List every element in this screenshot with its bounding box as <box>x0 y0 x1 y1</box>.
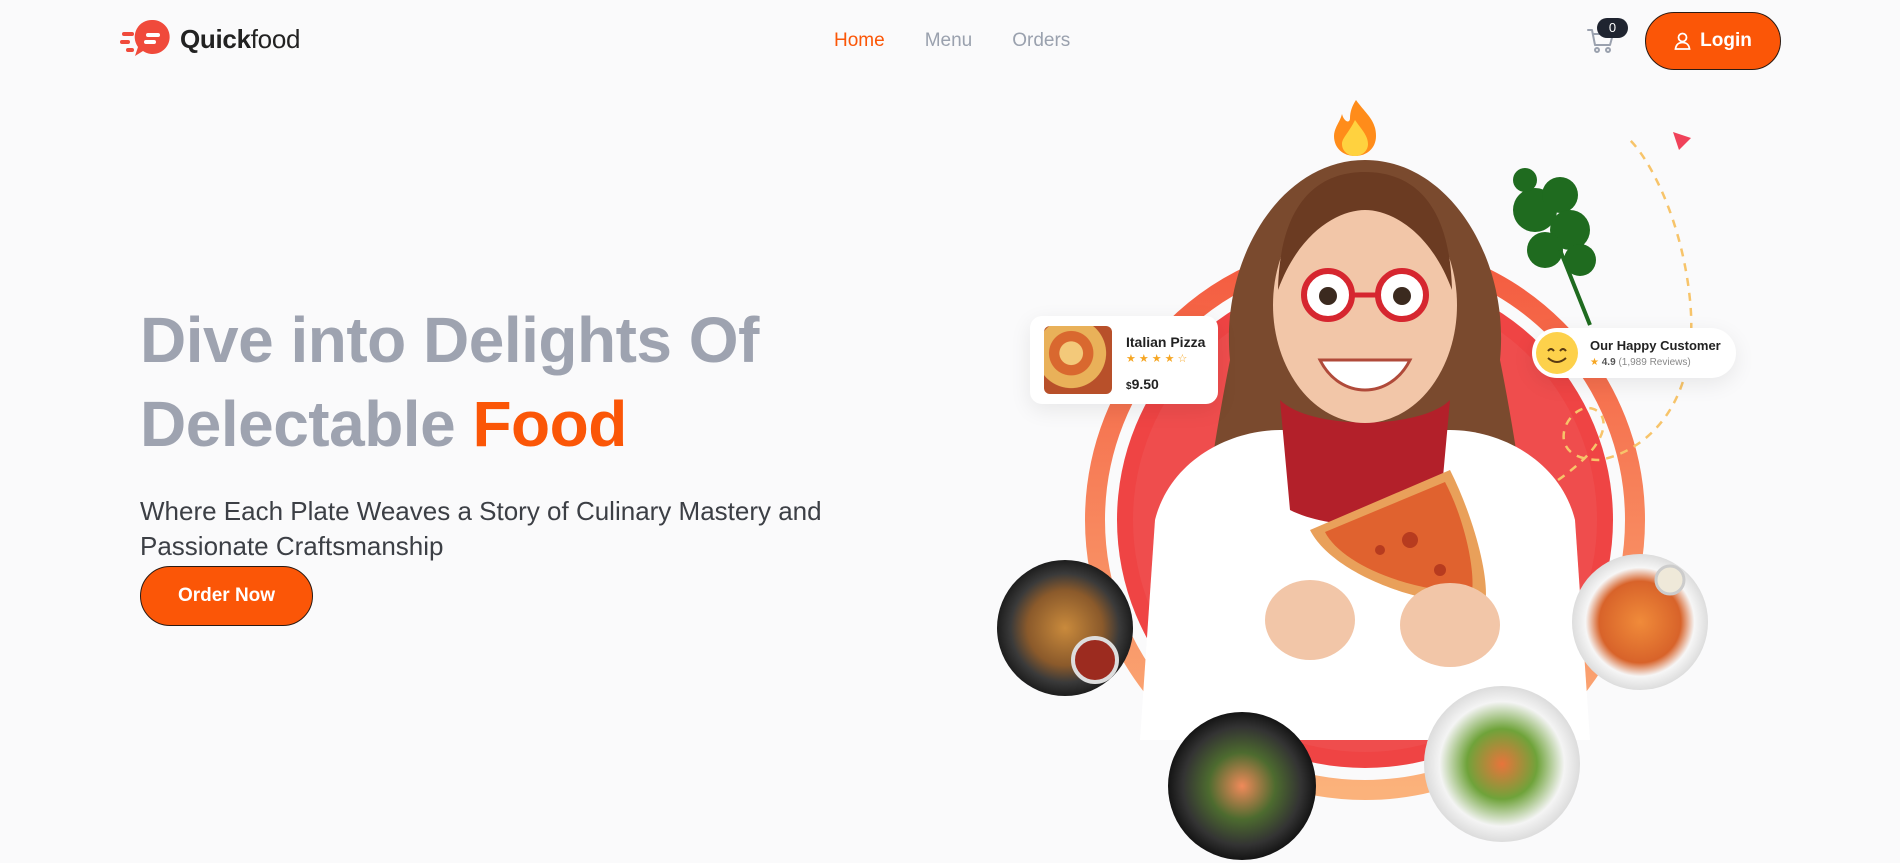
product-card[interactable]: Italian Pizza ★★★★☆ $9.50 <box>1030 316 1218 404</box>
food-plate-salmon-salad <box>1424 686 1580 842</box>
product-name: Italian Pizza <box>1126 334 1206 350</box>
food-plate-salmon-greens <box>1168 712 1316 860</box>
hero-title: Dive into Delights Of Delectable Food <box>140 298 759 466</box>
arrow-head-icon <box>1673 132 1691 150</box>
main-nav: Home Menu Orders <box>834 30 1070 52</box>
product-rating-stars: ★★★★☆ <box>1126 353 1191 365</box>
rating-value: 4.9 <box>1601 357 1616 368</box>
user-icon <box>1674 32 1691 50</box>
customer-rating: ★ 4.9 (1,989 Reviews) <box>1590 357 1691 368</box>
pizza-thumbnail <box>1044 326 1112 394</box>
cart-count-badge: 0 <box>1597 18 1628 38</box>
login-button[interactable]: Login <box>1645 12 1781 70</box>
customer-card: Our Happy Customer ★ 4.9 (1,989 Reviews) <box>1532 328 1736 378</box>
login-label: Login <box>1700 30 1752 51</box>
order-now-button[interactable]: Order Now <box>140 566 313 626</box>
nav-home[interactable]: Home <box>834 30 885 52</box>
hero-title-line1: Dive into Delights Of <box>140 304 759 376</box>
nav-orders[interactable]: Orders <box>1012 30 1070 52</box>
hero-subtitle: Where Each Plate Weaves a Story of Culin… <box>140 496 822 561</box>
brand-logo[interactable]: Quickfood <box>120 18 300 60</box>
hero-title-line2: Delectable <box>140 388 473 460</box>
price-value: 9.50 <box>1131 376 1159 392</box>
hero-title-accent: Food <box>472 388 627 460</box>
nav-menu[interactable]: Menu <box>925 30 973 52</box>
review-count: (1,989 Reviews) <box>1618 357 1691 368</box>
smiley-icon <box>1536 332 1578 374</box>
star-icon: ★ <box>1590 357 1599 368</box>
food-plate-chickpea <box>997 560 1133 696</box>
food-plate-chicken <box>1572 554 1708 690</box>
product-price: $9.50 <box>1126 376 1159 392</box>
customer-card-title: Our Happy Customer <box>1590 338 1721 353</box>
hero-visual: Italian Pizza ★★★★☆ $9.50 Our Happy Cust… <box>980 100 1760 863</box>
fire-icon <box>1334 100 1376 156</box>
brand-name: Quickfood <box>180 23 301 54</box>
logo-icon <box>120 18 176 60</box>
